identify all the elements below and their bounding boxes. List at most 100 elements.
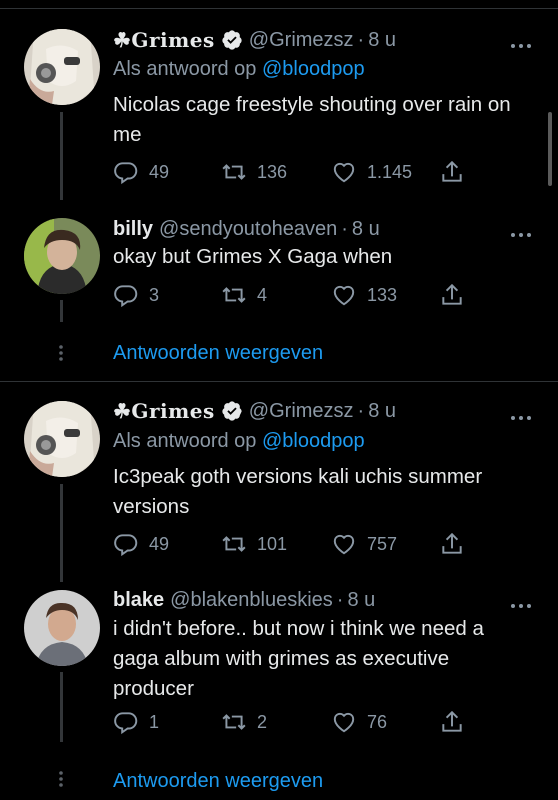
like-count: 757: [367, 533, 398, 554]
tweet-header: billy @sendyoutoheaven · 8 u: [113, 216, 512, 242]
action-bar: 49 101 757: [113, 530, 473, 558]
reply-button[interactable]: 1: [113, 708, 159, 736]
retweet-count: 101: [257, 533, 288, 554]
author-handle[interactable]: @Grimezsz: [249, 400, 354, 423]
tweet-text: Nicolas cage freestyle shouting over rai…: [113, 93, 511, 146]
reply-count: 3: [149, 284, 160, 305]
author-name[interactable]: ☘Grimes: [113, 399, 215, 423]
avatar[interactable]: [24, 590, 100, 666]
avatar[interactable]: [24, 401, 100, 477]
retweet-icon: [222, 536, 246, 552]
reply-count: 1: [149, 711, 160, 732]
heart-icon: [333, 285, 355, 306]
author-name[interactable]: blake: [113, 589, 164, 612]
retweet-button[interactable]: 2: [221, 708, 267, 736]
reply-context: Als antwoord op @bloodpop: [113, 430, 365, 453]
like-button[interactable]: 1.145: [331, 158, 412, 186]
reply-button[interactable]: 3: [113, 281, 159, 309]
tweet-text: i didn't before.. but now i think we nee…: [113, 617, 484, 700]
reply-prefix: Als antwoord op: [113, 430, 257, 452]
tweet-reply-blake[interactable]: blake @blakenblueskies · 8 u i didn't be…: [0, 582, 558, 800]
tweet-header: ☘Grimes @Grimezsz · 8 u: [113, 27, 512, 53]
thread-line: [60, 300, 63, 322]
thread-more-dots-icon: [58, 770, 64, 788]
author-handle[interactable]: @sendyoutoheaven: [159, 218, 337, 241]
like-button[interactable]: 76: [331, 708, 387, 736]
more-options-icon[interactable]: [510, 36, 532, 48]
share-button[interactable]: [439, 708, 475, 736]
reply-icon: [114, 534, 138, 557]
tweet-reply-billy[interactable]: billy @sendyoutoheaven · 8 u okay but Gr…: [0, 210, 558, 380]
author-name[interactable]: billy: [113, 218, 153, 241]
reply-icon: [114, 712, 138, 735]
tweet-text: okay but Grimes X Gaga when: [113, 245, 393, 268]
retweet-icon: [222, 287, 246, 303]
retweet-button[interactable]: 4: [221, 281, 267, 309]
reply-count: 49: [149, 161, 170, 182]
heart-icon: [333, 534, 355, 555]
heart-icon: [333, 712, 355, 733]
reply-prefix: Als antwoord op: [113, 58, 257, 80]
author-handle[interactable]: @Grimezsz: [249, 29, 354, 52]
tweet-text: Ic3peak goth versions kali uchis summer …: [113, 465, 483, 518]
separator-dot: ·: [341, 217, 348, 240]
timestamp[interactable]: 8 u: [368, 400, 396, 423]
tweet-grimes-2[interactable]: ☘Grimes @Grimezsz · 8 u Als antwoord op …: [0, 382, 558, 582]
timestamp[interactable]: 8 u: [347, 589, 375, 612]
action-bar: 3 4 133: [113, 281, 473, 309]
share-button[interactable]: [439, 281, 475, 309]
separator-dot: ·: [357, 28, 365, 51]
thread-line: [60, 112, 63, 200]
share-button[interactable]: [439, 158, 475, 186]
tweet-header: blake @blakenblueskies · 8 u: [113, 587, 512, 613]
heart-icon: [333, 162, 355, 183]
retweet-count: 2: [257, 711, 268, 732]
separator-dot: ·: [357, 399, 365, 422]
reply-icon: [114, 162, 138, 185]
reply-count: 49: [149, 533, 170, 554]
author-name[interactable]: ☘Grimes: [113, 28, 215, 52]
like-count: 133: [367, 284, 398, 305]
verified-badge-icon: [221, 29, 243, 51]
reply-button[interactable]: 49: [113, 530, 169, 558]
tweet-grimes-1[interactable]: ☘Grimes @Grimezsz · 8 u Als antwoord op …: [0, 0, 558, 210]
thread-more-dots-icon: [58, 344, 64, 362]
verified-badge-icon: [221, 400, 243, 422]
avatar[interactable]: [24, 29, 100, 105]
author-handle[interactable]: @blakenblueskies: [170, 589, 333, 612]
timestamp[interactable]: 8 u: [352, 218, 380, 241]
avatar[interactable]: [24, 218, 100, 294]
timeline: ☘Grimes @Grimezsz · 8 u Als antwoord op …: [0, 0, 558, 800]
like-count: 1.145: [367, 161, 413, 182]
retweet-button[interactable]: 101: [221, 530, 287, 558]
action-bar: 1 2 76: [113, 708, 473, 736]
share-icon: [442, 160, 462, 182]
retweet-count: 4: [257, 284, 268, 305]
tweet-header: ☘Grimes @Grimezsz · 8 u: [113, 398, 512, 424]
reply-mention-link[interactable]: @bloodpop: [262, 58, 365, 80]
retweet-count: 136: [257, 161, 288, 182]
reply-context: Als antwoord op @bloodpop: [113, 58, 365, 81]
share-icon: [442, 532, 462, 554]
retweet-button[interactable]: 136: [221, 158, 287, 186]
show-replies-link[interactable]: Antwoorden weergeven: [113, 770, 323, 793]
like-count: 76: [367, 711, 388, 732]
show-replies-link[interactable]: Antwoorden weergeven: [113, 342, 323, 365]
share-icon: [442, 710, 462, 732]
thread-line: [60, 672, 63, 742]
share-button[interactable]: [439, 530, 475, 558]
retweet-icon: [222, 714, 246, 730]
reply-mention-link[interactable]: @bloodpop: [262, 430, 365, 452]
like-button[interactable]: 757: [331, 530, 397, 558]
reply-icon: [114, 285, 138, 308]
thread-line: [60, 484, 63, 582]
share-icon: [442, 283, 462, 305]
retweet-icon: [222, 164, 246, 180]
reply-button[interactable]: 49: [113, 158, 169, 186]
more-options-icon[interactable]: [510, 225, 532, 237]
scrollbar[interactable]: [548, 112, 552, 186]
more-options-icon[interactable]: [510, 596, 532, 608]
more-options-icon[interactable]: [510, 408, 532, 420]
timestamp[interactable]: 8 u: [368, 29, 396, 52]
like-button[interactable]: 133: [331, 281, 397, 309]
